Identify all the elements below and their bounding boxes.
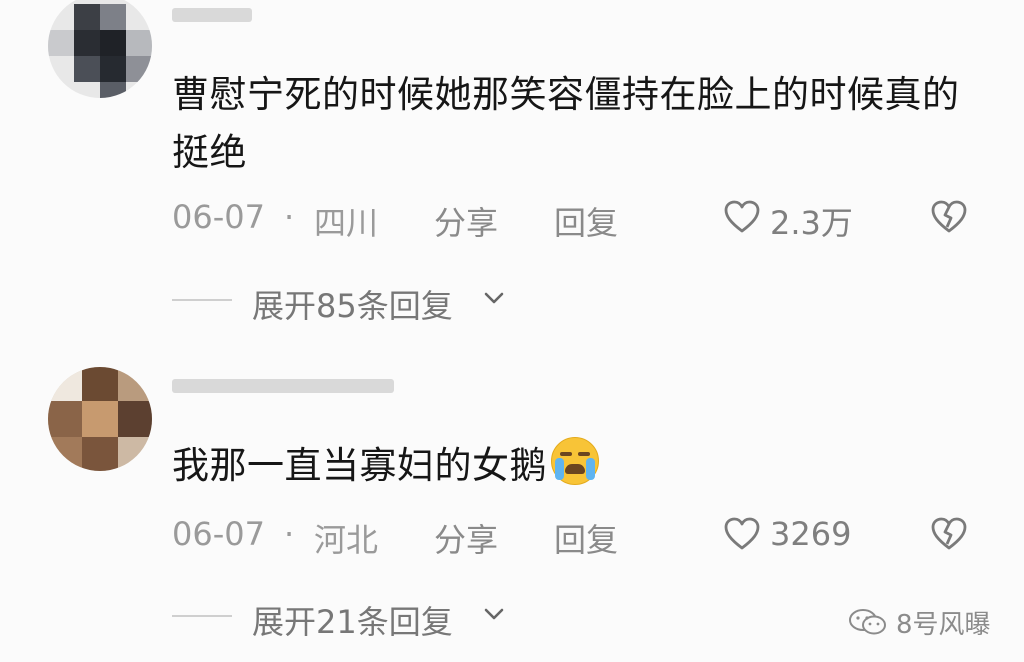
- username[interactable]: [172, 373, 394, 399]
- comment-meta: 06-07 · 四川 分享 回复 2.3万: [172, 198, 972, 242]
- share-button[interactable]: 分享: [434, 515, 498, 561]
- broken-heart-icon[interactable]: [930, 200, 968, 234]
- like-count: 3269: [770, 515, 852, 553]
- divider-line: [172, 299, 232, 301]
- comment-date: 06-07: [172, 515, 265, 553]
- meta-separator: ·: [284, 198, 295, 236]
- comment-date: 06-07: [172, 198, 265, 236]
- avatar[interactable]: [48, 367, 152, 471]
- comment-location: 河北: [314, 521, 379, 559]
- share-button[interactable]: 分享: [434, 198, 498, 244]
- meta-separator: ·: [284, 515, 295, 553]
- like-count: 2.3万: [770, 204, 853, 242]
- comment-item: 曹慰宁死的时候她那笑容僵持在脸上的时候真的挺绝 06-07 · 四川 分享 回复…: [0, 0, 1024, 330]
- loudly-crying-face-icon: [551, 437, 599, 485]
- expand-replies-label: 展开21条回复: [252, 603, 453, 641]
- expand-replies-label: 展开85条回复: [252, 287, 453, 325]
- divider-line: [172, 615, 232, 617]
- comment-text-content: 我那一直当寡妇的女鹅: [172, 444, 547, 487]
- avatar[interactable]: [48, 0, 152, 98]
- chevron-down-icon: [484, 608, 504, 620]
- heart-icon[interactable]: [724, 200, 760, 234]
- reply-button[interactable]: 回复: [554, 515, 618, 561]
- heart-icon[interactable]: [724, 517, 760, 551]
- wechat-icon: [849, 609, 886, 635]
- username[interactable]: [172, 2, 252, 28]
- comment-meta: 06-07 · 河北 分享 回复 3269: [172, 515, 972, 559]
- chevron-down-icon: [484, 292, 504, 304]
- comment-text: 我那一直当寡妇的女鹅: [172, 437, 962, 495]
- watermark-text: 8号风曝: [896, 610, 991, 640]
- broken-heart-icon[interactable]: [930, 517, 968, 551]
- comment-text: 曹慰宁死的时候她那笑容僵持在脸上的时候真的挺绝: [172, 73, 960, 174]
- watermark: 8号风曝: [848, 604, 1008, 640]
- comment-location: 四川: [314, 204, 379, 242]
- reply-button[interactable]: 回复: [554, 198, 618, 244]
